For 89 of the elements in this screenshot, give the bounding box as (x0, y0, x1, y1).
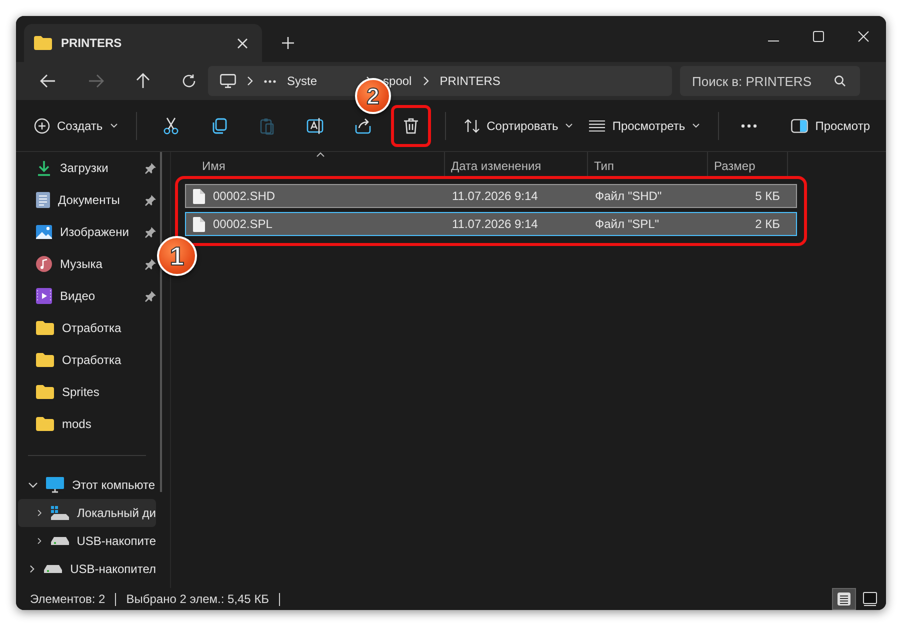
file-type: Файл "SHD" (595, 189, 662, 203)
monitor-icon (220, 74, 236, 88)
column-header[interactable]: Имя (174, 152, 445, 176)
column-header[interactable]: Тип (588, 152, 708, 176)
details-view-button[interactable] (832, 588, 856, 610)
folder-icon (34, 36, 52, 50)
create-button[interactable]: Создать (26, 112, 126, 140)
sidebar-item[interactable]: Отработка (28, 344, 156, 376)
sidebar-item[interactable]: Отработка (28, 312, 156, 344)
sidebar-item[interactable]: mods (28, 408, 156, 440)
breadcrumb[interactable]: spool (383, 74, 412, 88)
caret-icon (110, 123, 118, 128)
breadcrumb[interactable]: PRINTERS (440, 74, 500, 88)
file-name: 00002.SHD (213, 189, 276, 203)
callout-badge: 1 (157, 236, 197, 276)
file-row[interactable]: 00002.SHD 11.07.2026 9:14 Файл "SHD" 5 КБ (185, 184, 797, 208)
tree-item[interactable]: Этот компьюте (18, 471, 156, 499)
caret-icon (565, 123, 574, 128)
drive-icon (44, 564, 62, 574)
tree-item[interactable]: USB-накопител (18, 555, 156, 583)
tab[interactable]: PRINTERS (24, 24, 262, 62)
refresh-icon[interactable] (182, 74, 196, 88)
back-icon[interactable] (40, 74, 56, 88)
close-icon[interactable] (858, 31, 869, 42)
sidebar-item[interactable]: Sprites (28, 376, 156, 408)
maximize-icon[interactable] (813, 31, 824, 42)
delete-button[interactable] (390, 104, 431, 146)
folder-icon (36, 353, 54, 367)
chevron-right-icon[interactable] (36, 508, 44, 518)
scissors-icon (162, 116, 180, 134)
sidebar-item[interactable]: Загрузки (28, 152, 156, 184)
file-name: 00002.SPL (213, 217, 272, 231)
tiles-icon (863, 592, 877, 606)
more-icon[interactable] (741, 124, 758, 128)
monitor-icon (46, 477, 64, 493)
file-row[interactable]: 00002.SPL 11.07.2026 9:14 Файл "SPL" 2 КБ (185, 212, 797, 236)
file-date: 11.07.2026 9:14 (452, 217, 538, 231)
status-text: Элементов: 2 (30, 592, 106, 606)
chevron-right-icon[interactable] (28, 564, 36, 574)
chevron-right-icon[interactable] (36, 536, 43, 546)
sidebar-item[interactable]: Изображени (28, 216, 156, 248)
forward-icon[interactable] (88, 74, 104, 88)
file-size: 5 КБ (755, 189, 780, 203)
file-icon (193, 188, 205, 204)
breadcrumb[interactable]: Syste (287, 74, 318, 88)
folder-icon (36, 417, 54, 431)
panel-icon (791, 118, 808, 132)
download-icon (36, 160, 52, 176)
video-icon (36, 288, 52, 304)
folder-icon (36, 385, 54, 399)
view-button[interactable]: Просмотреть (581, 112, 708, 138)
drive-icon (50, 536, 69, 546)
file-size: 2 КБ (755, 217, 780, 231)
file-type: Файл "SPL" (595, 217, 660, 231)
lines-icon (589, 120, 606, 132)
chevron-down-icon[interactable] (28, 480, 38, 490)
file-date: 11.07.2026 9:14 (452, 189, 538, 203)
sidebar-item[interactable]: Видео (28, 280, 156, 312)
document-icon (36, 192, 50, 208)
more-icon[interactable] (264, 80, 276, 82)
folder-icon (36, 321, 54, 335)
sidebar-item[interactable]: Музыка (28, 248, 156, 280)
music-note-icon (36, 256, 52, 272)
trash-icon (402, 116, 420, 134)
search-icon[interactable] (834, 75, 846, 87)
minimize-icon[interactable] (768, 40, 779, 42)
search-field[interactable]: Поиск в: PRINTERS (680, 66, 860, 96)
share-icon (354, 116, 372, 134)
drive-icon (51, 506, 70, 520)
column-header[interactable]: Дата изменения (445, 152, 588, 176)
column-header[interactable]: Размер (708, 152, 788, 176)
status-text: Выбрано 2 элем.: 5,45 КБ (126, 592, 270, 606)
tree-item[interactable]: Локальный ди (18, 499, 156, 527)
plus-icon[interactable] (282, 37, 294, 49)
picture-icon (36, 225, 52, 239)
tree-item[interactable]: USB-накопите (18, 527, 156, 555)
sort-icon (464, 118, 480, 132)
clipboard-icon (258, 116, 276, 134)
caret-icon (692, 123, 700, 128)
up-icon[interactable] (136, 73, 150, 89)
list-icon (837, 592, 851, 606)
sort-button[interactable]: Сортировать (456, 112, 582, 138)
sidebar-item[interactable]: Документы (28, 184, 156, 216)
rename-icon (306, 116, 324, 134)
plus-circle-icon (34, 118, 50, 134)
close-icon[interactable] (237, 38, 248, 48)
tab-title: PRINTERS (61, 36, 123, 50)
preview-button[interactable]: Просмотр (783, 112, 878, 138)
file-icon (193, 216, 205, 232)
